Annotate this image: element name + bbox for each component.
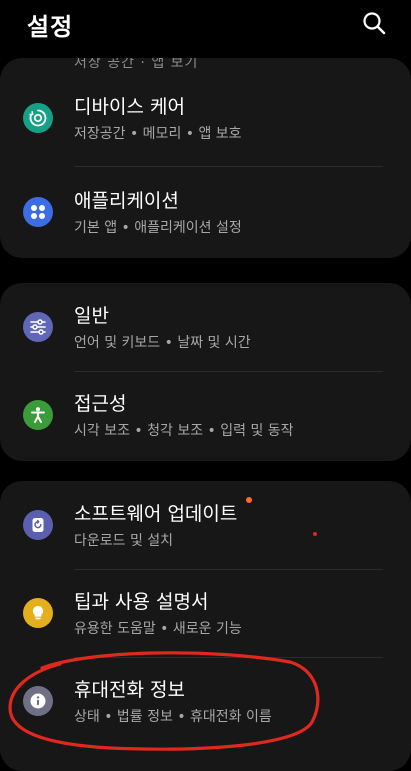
settings-item-tips[interactable]: 팁과 사용 설명서 유용한 도움말 • 새로운 기능: [0, 569, 411, 657]
item-title: 접근성: [74, 393, 127, 415]
settings-item-software-update[interactable]: 소프트웨어 업데이트 다운로드 및 설치: [0, 481, 411, 569]
item-subtitle: 상태 • 법률 정보 • 휴대전화 이름: [74, 709, 272, 725]
item-subtitle: 유용한 도움말 • 새로운 기능: [74, 621, 242, 637]
item-subtitle: 기본 앱 • 애플리케이션 설정: [74, 220, 242, 236]
device-care-icon: [23, 103, 53, 133]
partial-item-subtitle: 저장 공간 · 앱 보기: [74, 58, 199, 71]
item-subtitle: 다운로드 및 설치: [74, 533, 174, 549]
lightbulb-icon: [23, 598, 53, 628]
settings-group-1: 저장 공간 · 앱 보기 디바이스 케어 저장공간 • 메모리 • 앱 보호 애…: [0, 58, 411, 258]
sliders-icon: [23, 312, 53, 342]
settings-item-about-phone[interactable]: 휴대전화 정보 상태 • 법률 정보 • 휴대전화 이름: [0, 657, 411, 745]
settings-item-general[interactable]: 일반 언어 및 키보드 • 날짜 및 시간: [0, 283, 411, 371]
search-icon: [363, 12, 386, 35]
item-title: 일반: [74, 305, 109, 327]
settings-group-2: 일반 언어 및 키보드 • 날짜 및 시간 접근성 시각 보조 • 청각 보조 …: [0, 283, 411, 461]
header: 설정: [0, 0, 411, 50]
page-title: 설정: [27, 13, 74, 41]
item-subtitle: 시각 보조 • 청각 보조 • 입력 및 동작: [74, 423, 294, 439]
settings-item-apps[interactable]: 애플리케이션 기본 앱 • 애플리케이션 설정: [0, 168, 411, 256]
item-subtitle: 저장공간 • 메모리 • 앱 보호: [74, 126, 242, 142]
accessibility-icon: [23, 400, 53, 430]
item-title: 디바이스 케어: [74, 96, 185, 118]
annotation-dot: [313, 532, 317, 536]
software-update-icon: [23, 510, 53, 540]
settings-item-accessibility[interactable]: 접근성 시각 보조 • 청각 보조 • 입력 및 동작: [0, 371, 411, 459]
update-badge: [246, 497, 252, 503]
divider: [74, 166, 383, 167]
item-title: 소프트웨어 업데이트: [74, 503, 238, 525]
item-subtitle: 언어 및 키보드 • 날짜 및 시간: [74, 335, 251, 351]
apps-icon: [23, 197, 53, 227]
search-button[interactable]: [361, 10, 387, 36]
info-icon: [23, 686, 53, 716]
item-title: 애플리케이션: [74, 190, 179, 212]
settings-group-3: 소프트웨어 업데이트 다운로드 및 설치 팁과 사용 설명서 유용한 도움말 •…: [0, 481, 411, 771]
item-title: 팁과 사용 설명서: [74, 591, 209, 613]
item-title: 휴대전화 정보: [74, 679, 185, 701]
settings-item-device-care[interactable]: 디바이스 케어 저장공간 • 메모리 • 앱 보호: [0, 74, 411, 162]
